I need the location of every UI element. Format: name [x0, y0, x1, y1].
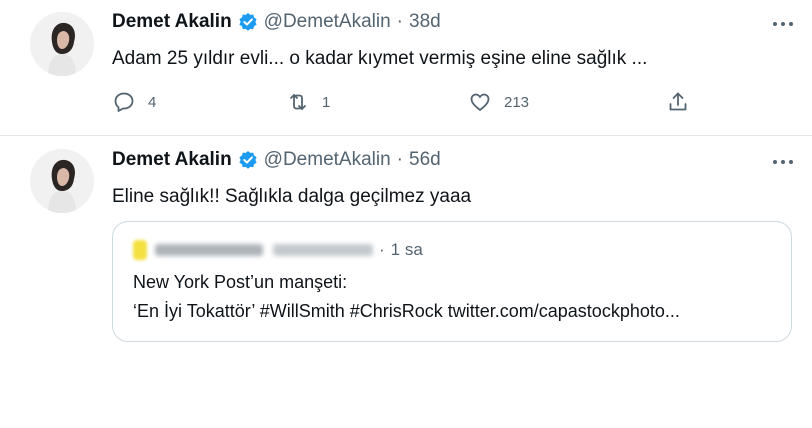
- avatar[interactable]: [30, 149, 94, 213]
- tweet[interactable]: Demet Akalin @DemetAkalin · 38d Adam 25 …: [0, 0, 812, 136]
- quoted-author-handle-blurred: [273, 244, 373, 256]
- more-options-icon[interactable]: [768, 154, 798, 170]
- tweet-text: Eline sağlık!! Sağlıkla dalga geçilmez y…: [112, 186, 472, 207]
- quoted-timestamp: 1 sa: [390, 240, 423, 259]
- tweet-header: Demet Akalin @DemetAkalin · 38d: [112, 10, 441, 34]
- separator: ·: [379, 240, 385, 259]
- tweet-header: Demet Akalin @DemetAkalin · 56d: [112, 148, 441, 172]
- avatar[interactable]: [30, 12, 94, 76]
- verified-badge-icon: [238, 150, 258, 170]
- profile-photo-icon: [30, 149, 94, 213]
- reply-count: 4: [148, 93, 157, 111]
- separator: ·: [396, 149, 403, 170]
- timestamp[interactable]: 56d: [409, 149, 441, 171]
- quoted-avatar-blurred: [133, 240, 147, 260]
- tweet-actions: 4 1 213: [112, 89, 712, 115]
- retweet-count: 1: [322, 93, 331, 111]
- more-options-icon[interactable]: [768, 16, 798, 32]
- quoted-author-name-blurred: [155, 244, 263, 256]
- quoted-tweet[interactable]: · 1 sa New York Post’un manşeti: ‘En İyi…: [112, 221, 792, 342]
- like-count: 213: [504, 93, 530, 111]
- share-button[interactable]: [666, 89, 690, 115]
- author-handle[interactable]: @DemetAkalin: [264, 11, 391, 33]
- verified-badge-icon: [238, 12, 258, 32]
- timestamp[interactable]: 38d: [409, 11, 441, 33]
- author-handle[interactable]: @DemetAkalin: [264, 149, 391, 171]
- retweet-icon: [290, 94, 306, 110]
- quoted-text-line: New York Post’un manşeti:: [133, 272, 348, 292]
- profile-photo-icon: [30, 12, 94, 76]
- share-icon: [669, 92, 687, 111]
- heart-icon: [470, 93, 490, 111]
- author-name[interactable]: Demet Akalin: [112, 149, 232, 171]
- like-button[interactable]: 213: [468, 89, 529, 115]
- tweet-text: Adam 25 yıldır evli... o kadar kıymet ve…: [112, 48, 648, 69]
- tweet[interactable]: Demet Akalin @DemetAkalin · 56d Eline sa…: [0, 136, 812, 428]
- retweet-button[interactable]: 1: [286, 89, 330, 115]
- comment-icon: [114, 92, 134, 112]
- separator: ·: [396, 11, 403, 32]
- quoted-text-line: ‘En İyi Tokattör’ #WillSmith #ChrisRock …: [133, 301, 680, 321]
- quoted-tweet-header: · 1 sa: [133, 238, 423, 262]
- author-name[interactable]: Demet Akalin: [112, 11, 232, 33]
- reply-button[interactable]: 4: [112, 89, 156, 115]
